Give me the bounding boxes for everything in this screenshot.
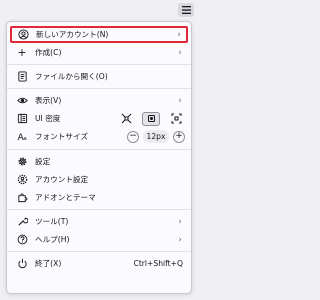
menu-item-label: フォントサイズ bbox=[35, 132, 88, 141]
chevron-right-icon: › bbox=[178, 47, 182, 58]
plus-icon: + bbox=[17, 46, 27, 59]
menu-item-label: ファイルから開く(O) bbox=[35, 72, 108, 81]
menu-separator bbox=[7, 88, 191, 89]
help-icon bbox=[16, 234, 28, 246]
file-icon bbox=[16, 71, 28, 83]
menu-item-open-file[interactable]: ファイルから開く(O) bbox=[11, 68, 187, 85]
eye-icon bbox=[16, 95, 28, 107]
menu-item-label: 表示(V) bbox=[35, 96, 62, 105]
decrease-font-button[interactable]: − bbox=[127, 130, 139, 143]
menu-item-addons[interactable]: アドオンとテーマ bbox=[11, 189, 187, 206]
menu-item-label: ツール(T) bbox=[35, 217, 69, 226]
app-menu-button[interactable] bbox=[178, 3, 194, 17]
menu-item-label: アカウント設定 bbox=[35, 175, 89, 184]
menu-separator bbox=[7, 251, 191, 252]
font-size-icon: Aa bbox=[16, 131, 28, 143]
menu-item-tools[interactable]: ツール(T) › bbox=[11, 213, 187, 230]
menu-item-label: ヘルプ(H) bbox=[35, 235, 70, 244]
menu-item-font-size: Aa フォントサイズ − 12px + bbox=[11, 128, 187, 145]
menu-item-help[interactable]: ヘルプ(H) › bbox=[11, 231, 187, 248]
menu-item-quit[interactable]: 終了(X) Ctrl+Shift+Q bbox=[11, 255, 187, 272]
menu-item-label: 終了(X) bbox=[35, 259, 62, 268]
wrench-icon bbox=[16, 216, 28, 228]
menu-item-ui-density: UI 密度 bbox=[11, 110, 187, 127]
menu-separator bbox=[7, 149, 191, 150]
touch-density-icon bbox=[171, 113, 181, 124]
menu-separator bbox=[7, 64, 191, 65]
menu-item-account-settings[interactable]: アカウント設定 bbox=[11, 171, 187, 188]
keyboard-shortcut: Ctrl+Shift+Q bbox=[133, 259, 183, 268]
menu-item-settings[interactable]: 設定 bbox=[11, 153, 187, 170]
menu-item-label: 設定 bbox=[35, 157, 51, 166]
chevron-right-icon: › bbox=[177, 29, 181, 40]
chevron-right-icon: › bbox=[178, 234, 182, 245]
menu-item-create[interactable]: + 作成(C) › bbox=[11, 44, 187, 61]
account-icon bbox=[17, 29, 29, 41]
font-size-value[interactable]: 12px bbox=[143, 130, 169, 143]
menu-item-label: 新しいアカウント(N) bbox=[36, 30, 109, 39]
menu-item-view[interactable]: 表示(V) › bbox=[11, 92, 187, 109]
font-size-controls: − 12px + bbox=[127, 130, 185, 143]
density-compact-button[interactable] bbox=[117, 112, 135, 126]
chevron-right-icon: › bbox=[178, 216, 182, 227]
puzzle-icon bbox=[16, 192, 28, 204]
gear-icon bbox=[16, 156, 28, 168]
menu-separator bbox=[7, 209, 191, 210]
normal-density-icon bbox=[147, 115, 155, 122]
menu-item-new-account[interactable]: 新しいアカウント(N) › bbox=[10, 26, 188, 43]
hamburger-icon bbox=[181, 6, 191, 14]
density-normal-button[interactable] bbox=[142, 111, 160, 126]
increase-font-button[interactable]: + bbox=[173, 130, 185, 143]
density-options bbox=[117, 111, 185, 126]
chevron-right-icon: › bbox=[178, 95, 182, 106]
app-menu-panel: 新しいアカウント(N) › + 作成(C) › ファイルから開く(O) 表示(V… bbox=[6, 21, 192, 294]
menu-item-label: UI 密度 bbox=[35, 114, 61, 123]
power-icon bbox=[16, 258, 28, 270]
svg-text:a: a bbox=[23, 136, 26, 142]
account-settings-icon bbox=[16, 174, 28, 186]
menu-item-label: 作成(C) bbox=[35, 48, 62, 57]
density-icon bbox=[16, 113, 28, 125]
compact-density-icon bbox=[121, 113, 131, 124]
density-touch-button[interactable] bbox=[167, 112, 185, 126]
menu-item-label: アドオンとテーマ bbox=[35, 193, 96, 202]
